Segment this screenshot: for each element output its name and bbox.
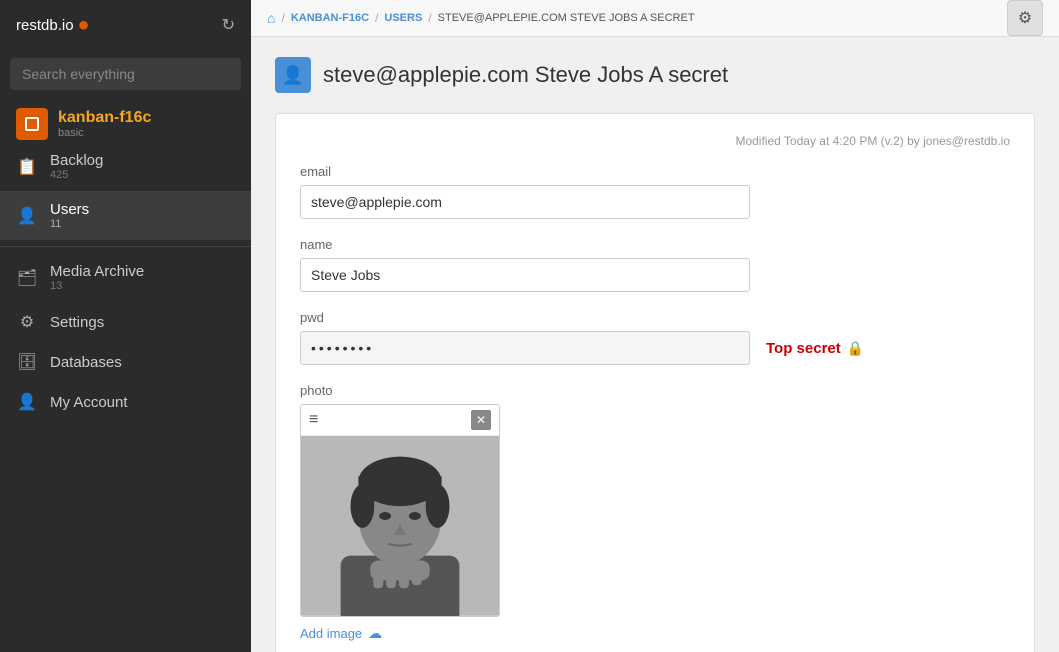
account-icon: 👤 <box>16 392 38 412</box>
top-secret-label: Top secret <box>766 340 841 357</box>
media-archive-label: Media Archive <box>50 263 144 280</box>
home-icon[interactable]: ⌂ <box>267 10 275 26</box>
users-label: Users <box>50 201 89 218</box>
photo-frame: ≡ ✕ <box>300 404 500 617</box>
logo: restdb.io ● <box>16 14 90 37</box>
name-label: name <box>300 237 1010 252</box>
backlog-label: Backlog <box>50 152 103 169</box>
settings-label: Settings <box>50 314 104 331</box>
settings-icon: ⚙ <box>16 312 38 332</box>
search-box <box>0 50 251 98</box>
user-avatar-glyph: 👤 <box>282 65 304 86</box>
lock-icon: 🔒 <box>847 340 864 357</box>
photo-close-button[interactable]: ✕ <box>471 410 491 430</box>
search-input[interactable] <box>10 58 241 90</box>
sidebar-item-backlog[interactable]: 📋 Backlog 425 <box>0 142 251 191</box>
refresh-icon[interactable]: ↻ <box>222 15 235 35</box>
person-photo-svg <box>301 436 499 616</box>
sidebar-item-media-archive[interactable]: 🗂 Media Archive 13 <box>0 253 251 302</box>
photo-menu-icon[interactable]: ≡ <box>309 411 318 429</box>
modified-line: Modified Today at 4:20 PM (v.2) by jones… <box>300 134 1010 148</box>
topbar: ⌂ / KANBAN-F16C / USERS / STEVE@APPLEPIE… <box>251 0 1059 37</box>
gear-button[interactable]: ⚙ <box>1007 0 1043 36</box>
sidebar-item-databases[interactable]: 🗄 Databases <box>0 342 251 382</box>
photo-label: photo <box>300 383 1010 398</box>
clipboard-icon: 📋 <box>16 157 38 177</box>
backlog-count: 425 <box>50 169 103 181</box>
main-area: ⌂ / KANBAN-F16C / USERS / STEVE@APPLEPIE… <box>251 0 1059 652</box>
user-icon: 👤 <box>16 206 38 226</box>
user-avatar-icon: 👤 <box>275 57 311 93</box>
breadcrumb-sep-2: / <box>375 11 378 25</box>
media-archive-count: 13 <box>50 280 144 292</box>
db-section: kanban-f16c basic <box>0 98 251 142</box>
breadcrumb-users[interactable]: USERS <box>384 12 422 24</box>
email-label: email <box>300 164 1010 179</box>
form-card: Modified Today at 4:20 PM (v.2) by jones… <box>275 113 1035 652</box>
sidebar-item-users[interactable]: 👤 Users 11 <box>0 191 251 240</box>
db-name: kanban-f16c <box>58 109 151 127</box>
content: 👤 steve@applepie.com Steve Jobs A secret… <box>251 37 1059 652</box>
databases-icon: 🗄 <box>16 352 38 372</box>
pwd-label: pwd <box>300 310 1010 325</box>
gear-icon: ⚙ <box>1018 8 1032 28</box>
db-color-icon <box>16 108 48 140</box>
users-count: 11 <box>50 218 89 230</box>
photo-field-group: photo ≡ ✕ <box>300 383 1010 643</box>
email-field-group: email <box>300 164 1010 219</box>
breadcrumb-sep-3: / <box>428 11 431 25</box>
breadcrumb-kanban[interactable]: KANBAN-F16C <box>291 12 369 24</box>
my-account-label: My Account <box>50 394 128 411</box>
sidebar-item-settings[interactable]: ⚙ Settings <box>0 302 251 342</box>
photo-toolbar: ≡ ✕ <box>301 405 499 436</box>
add-image-label: Add image <box>300 626 362 641</box>
upload-icon: ☁ <box>368 625 382 642</box>
logo-text: restdb.io <box>16 17 74 34</box>
name-input[interactable] <box>300 258 750 292</box>
breadcrumb: ⌂ / KANBAN-F16C / USERS / STEVE@APPLEPIE… <box>267 10 695 26</box>
breadcrumb-current: STEVE@APPLEPIE.COM STEVE JOBS A SECRET <box>438 12 695 24</box>
databases-label: Databases <box>50 354 122 371</box>
breadcrumb-sep-1: / <box>281 11 284 25</box>
add-image-link[interactable]: Add image ☁ <box>300 625 382 642</box>
page-title-row: 👤 steve@applepie.com Steve Jobs A secret <box>275 57 1035 93</box>
media-icon: 🗂 <box>16 268 38 288</box>
page-title: steve@applepie.com Steve Jobs A secret <box>323 62 728 88</box>
email-input[interactable] <box>300 185 750 219</box>
pwd-row: Top secret 🔒 <box>300 331 1010 365</box>
pwd-input[interactable] <box>300 331 750 365</box>
top-secret-badge: Top secret 🔒 <box>766 340 864 357</box>
sidebar: restdb.io ● ↻ kanban-f16c basic 📋 Backlo… <box>0 0 251 652</box>
logo-dot: ● <box>78 14 90 37</box>
name-field-group: name <box>300 237 1010 292</box>
pwd-field-group: pwd Top secret 🔒 <box>300 310 1010 365</box>
db-tier: basic <box>58 127 151 139</box>
sidebar-item-my-account[interactable]: 👤 My Account <box>0 382 251 422</box>
sidebar-divider <box>0 246 251 247</box>
sidebar-header: restdb.io ● ↻ <box>0 0 251 50</box>
photo-image-area <box>301 436 499 616</box>
